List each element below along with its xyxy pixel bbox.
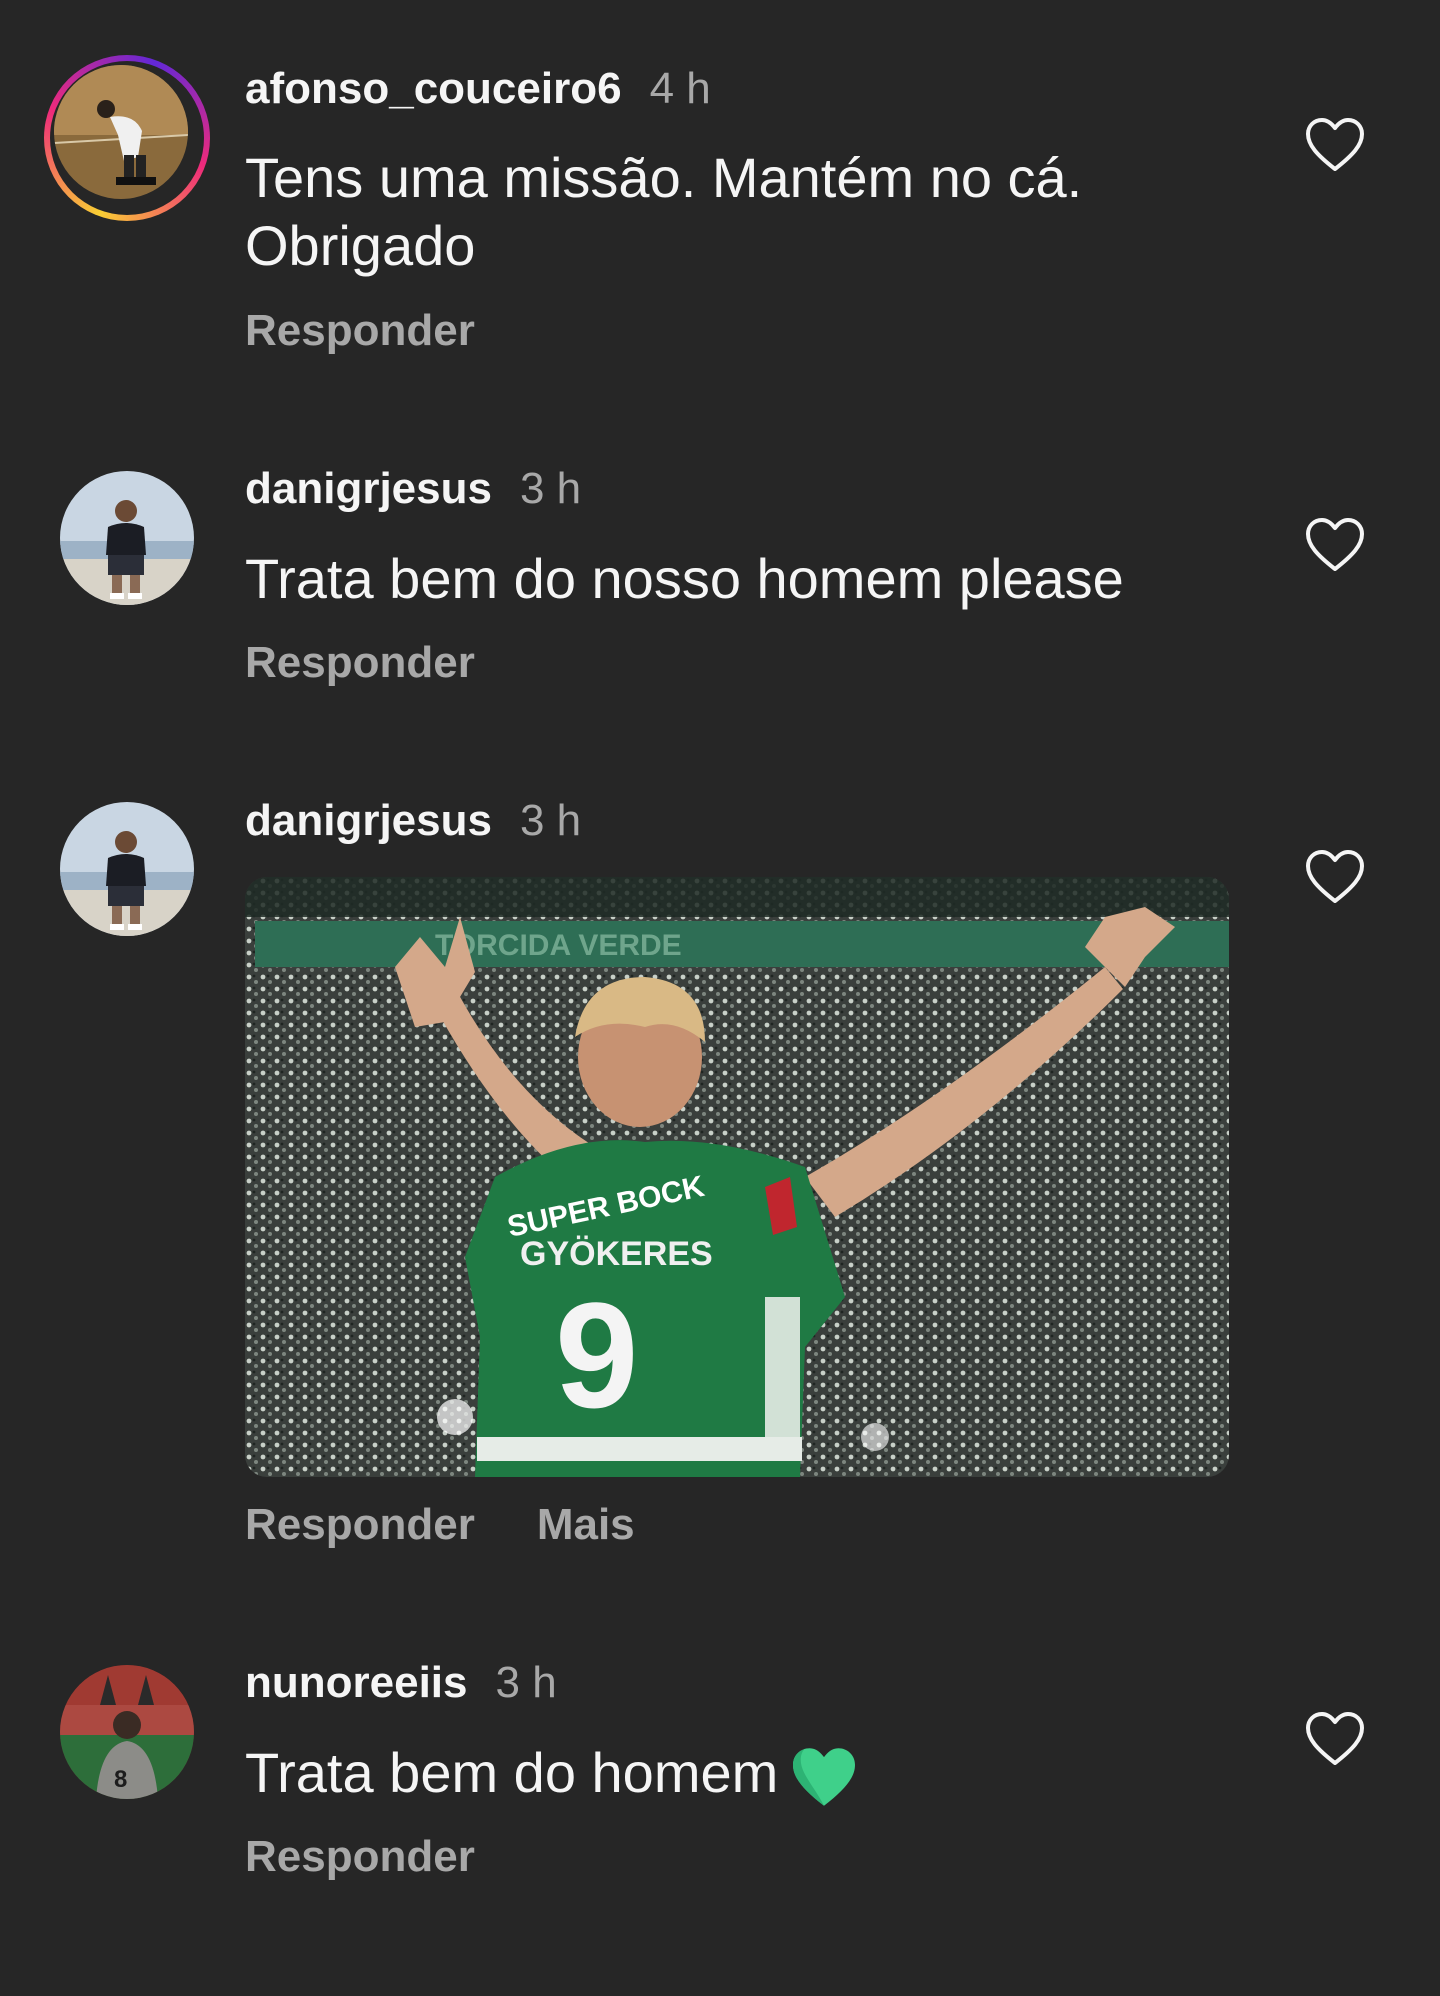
story-ring[interactable] bbox=[44, 55, 210, 221]
like-heart-icon[interactable] bbox=[1305, 1711, 1365, 1767]
avatar[interactable] bbox=[60, 802, 194, 936]
timestamp: 4 h bbox=[649, 64, 711, 113]
avatar[interactable]: 8 bbox=[60, 1665, 194, 1799]
banner-text: TORCIDA VERDE bbox=[435, 929, 682, 962]
timestamp: 3 h bbox=[519, 796, 582, 845]
shirt-number: 9 bbox=[555, 1271, 638, 1439]
svg-text:8: 8 bbox=[114, 1766, 127, 1793]
username[interactable]: afonso_couceiro6 bbox=[245, 64, 622, 114]
comment-meta: afonso_couceiro6 4 h bbox=[245, 64, 711, 114]
reply-button[interactable]: Responder bbox=[245, 306, 475, 356]
username[interactable]: nunoreeiis bbox=[245, 1658, 468, 1708]
like-heart-icon[interactable] bbox=[1305, 517, 1365, 573]
shirt-name: GYÖKERES bbox=[520, 1235, 713, 1273]
more-button[interactable]: Mais bbox=[537, 1500, 635, 1550]
comment-meta: danigrjesus 3 h bbox=[245, 796, 581, 846]
like-heart-icon[interactable] bbox=[1305, 117, 1365, 173]
comment-text: Trata bem do homem bbox=[245, 1739, 1145, 1808]
comment-actions: Responder bbox=[245, 638, 537, 688]
username[interactable]: danigrjesus bbox=[245, 464, 492, 514]
reply-button[interactable]: Responder bbox=[245, 1832, 475, 1882]
comment-actions: Responder bbox=[245, 306, 537, 356]
comment-text-content: Trata bem do homem bbox=[245, 1741, 779, 1804]
comment-text: Trata bem do nosso homem please bbox=[245, 547, 1124, 610]
timestamp: 3 h bbox=[495, 1658, 557, 1707]
comment-text: Tens uma missão. Mantém no cá. Obrigado bbox=[245, 146, 1083, 277]
green-heart-emoji bbox=[790, 1746, 858, 1808]
reply-button[interactable]: Responder bbox=[245, 1500, 475, 1550]
username[interactable]: danigrjesus bbox=[245, 796, 492, 846]
comment-actions: Responder bbox=[245, 1832, 537, 1882]
comment-actions: Responder Mais bbox=[245, 1500, 697, 1550]
comment-photo[interactable]: TORCIDA VERDE SUPER BOCK GYÖKERES 9 bbox=[245, 877, 1229, 1477]
comment-meta: nunoreeiis 3 h bbox=[245, 1658, 557, 1708]
timestamp: 3 h bbox=[519, 464, 582, 513]
like-heart-icon[interactable] bbox=[1305, 849, 1365, 905]
avatar[interactable] bbox=[54, 65, 188, 199]
comment-meta: danigrjesus 3 h bbox=[245, 464, 581, 514]
avatar[interactable] bbox=[60, 471, 194, 605]
reply-button[interactable]: Responder bbox=[245, 638, 475, 688]
